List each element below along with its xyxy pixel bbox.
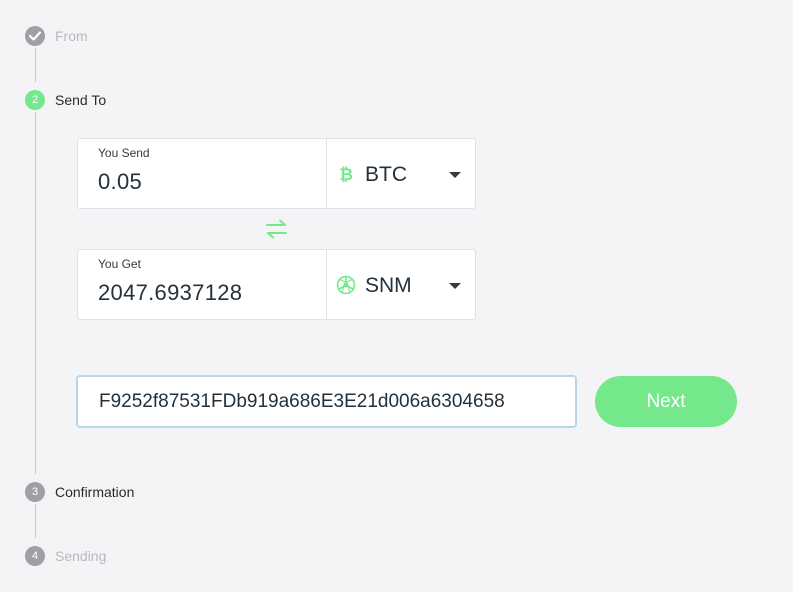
bitcoin-icon: ₿ <box>339 165 353 184</box>
stepper-line <box>35 112 36 474</box>
svg-text:₿: ₿ <box>339 165 353 184</box>
stepper-line <box>35 504 36 538</box>
step-2-label: Send To <box>55 92 107 108</box>
get-currency-ticker: SNM <box>365 274 412 297</box>
sonm-icon <box>336 275 356 295</box>
get-card: You Get 2047.6937128 SNM <box>77 249 476 320</box>
get-amount[interactable]: 2047.6937128 <box>98 280 242 306</box>
stepper-line <box>35 48 36 82</box>
send-amount-field[interactable]: You Send 0.05 <box>78 139 326 208</box>
next-button[interactable]: Next <box>595 376 737 427</box>
step-1-label[interactable]: From <box>55 28 88 44</box>
send-caption: You Send <box>98 146 150 160</box>
get-caption: You Get <box>98 257 141 271</box>
step-3-indicator: 3 <box>25 482 45 502</box>
step-1-check-icon <box>25 26 45 46</box>
chevron-down-icon <box>449 283 461 289</box>
chevron-down-icon <box>449 172 461 178</box>
step-2-indicator: 2 <box>25 90 45 110</box>
send-card: You Send 0.05 ₿ BTC <box>77 138 476 209</box>
step-3-label: Confirmation <box>55 484 135 500</box>
recipient-address-input[interactable] <box>76 375 577 428</box>
step-4-label: Sending <box>55 548 107 564</box>
send-amount[interactable]: 0.05 <box>98 169 142 195</box>
step-4-indicator: 4 <box>25 546 45 566</box>
swap-arrows-icon[interactable] <box>265 219 288 239</box>
get-currency-select[interactable]: SNM <box>327 250 475 319</box>
send-currency-select[interactable]: ₿ BTC <box>327 139 475 208</box>
get-amount-field[interactable]: You Get 2047.6937128 <box>78 250 326 319</box>
send-currency-ticker: BTC <box>365 163 407 186</box>
